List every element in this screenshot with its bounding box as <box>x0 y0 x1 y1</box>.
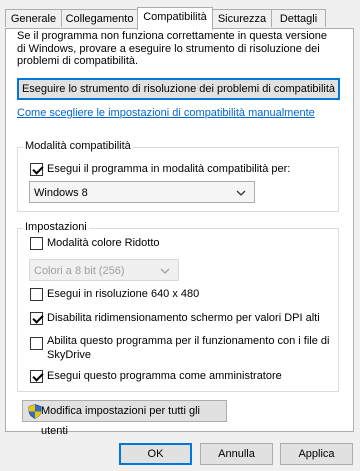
ok-button[interactable]: OK <box>119 443 192 465</box>
tab-strip: Generale Collegamento Compatibilità Sicu… <box>5 7 355 30</box>
compat-mode-legend: Modalità compatibilità <box>23 140 133 152</box>
intro-text: Se il programma non funziona correttamen… <box>17 30 328 67</box>
compat-mode-label: Esegui il programma in modalità compatib… <box>47 163 291 175</box>
dpi-label: Disabilita ridimensionamento schermo per… <box>47 312 320 324</box>
tab-generale[interactable]: Generale <box>5 9 62 27</box>
run-troubleshooter-button[interactable]: Eseguire lo strumento di risoluzione dei… <box>17 78 340 100</box>
chevron-down-icon <box>160 268 170 274</box>
skydrive-label-line1: Abilita questo programma per il funziona… <box>47 335 330 347</box>
reduced-color-checkbox[interactable] <box>30 237 43 250</box>
change-all-users-label: Modifica impostazioni per tutti gli uten… <box>41 405 200 437</box>
res640-checkbox[interactable] <box>30 288 43 301</box>
color-depth-value: Colori a 8 bit (256) <box>34 265 125 277</box>
manual-settings-link[interactable]: Come scegliere le impostazioni di compat… <box>17 107 315 119</box>
reduced-color-label: Modalità colore Ridotto <box>47 237 160 249</box>
color-depth-select[interactable]: Colori a 8 bit (256) <box>29 259 179 281</box>
skydrive-checkbox[interactable] <box>30 337 43 350</box>
res640-label: Esegui in risoluzione 640 x 480 <box>47 288 200 300</box>
uac-shield-icon <box>28 404 42 419</box>
settings-legend: Impostazioni <box>23 221 89 233</box>
os-select[interactable]: Windows 8 <box>29 181 255 203</box>
admin-label: Esegui questo programma come amministrat… <box>47 370 282 382</box>
change-all-users-button[interactable]: Modifica impostazioni per tutti gli uten… <box>22 400 227 437</box>
tab-compatibilita[interactable]: Compatibilità <box>137 7 213 30</box>
dpi-checkbox[interactable] <box>30 312 43 325</box>
tab-sicurezza[interactable]: Sicurezza <box>212 9 272 27</box>
admin-checkbox[interactable] <box>30 370 43 383</box>
tab-dettagli[interactable]: Dettagli <box>271 9 326 27</box>
chevron-down-icon <box>236 190 246 196</box>
skydrive-label-line2: SkyDrive <box>47 349 92 361</box>
settings-group: Impostazioni <box>17 221 339 392</box>
cancel-button[interactable]: Annulla <box>200 443 273 465</box>
compat-mode-checkbox[interactable] <box>30 163 43 176</box>
tab-collegamento[interactable]: Collegamento <box>61 9 138 27</box>
os-select-value: Windows 8 <box>34 187 88 199</box>
apply-button[interactable]: Applica <box>280 443 353 465</box>
